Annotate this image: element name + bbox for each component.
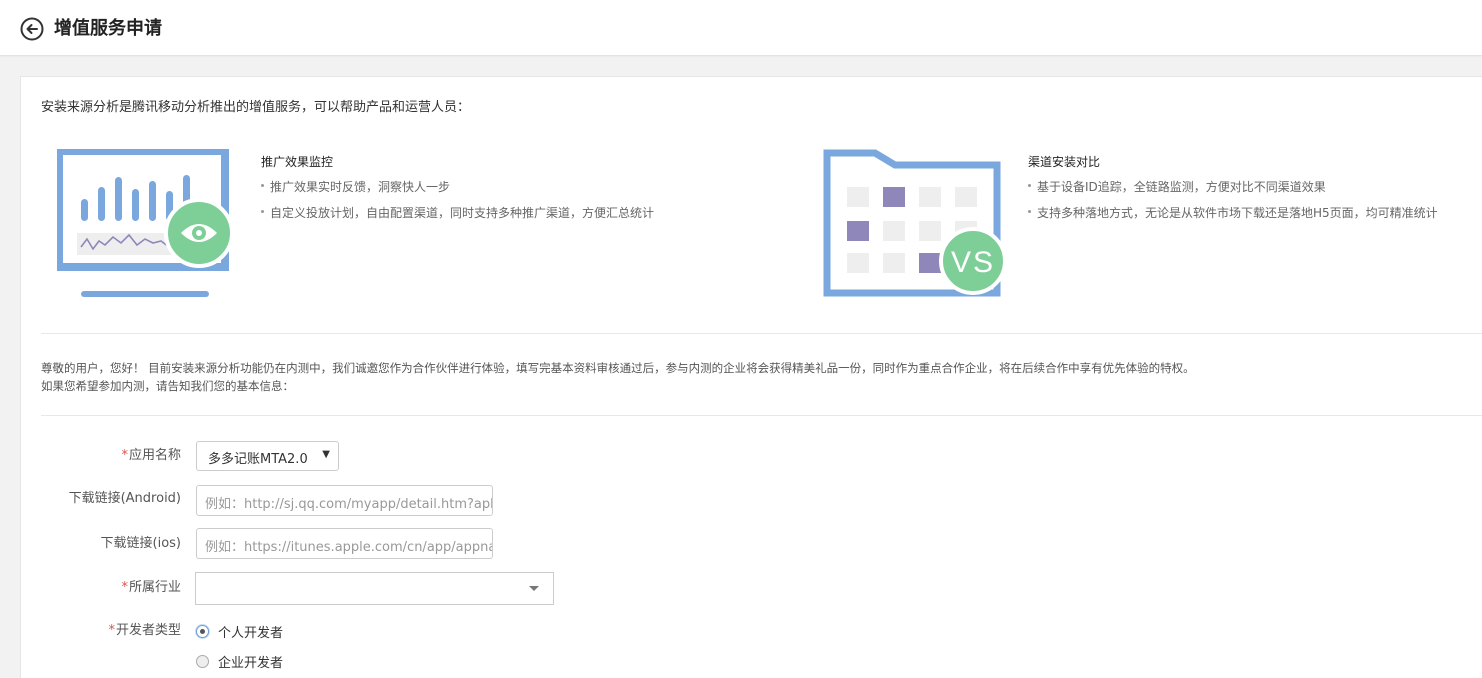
industry-select[interactable] xyxy=(195,572,554,605)
monitor-eye-icon xyxy=(57,149,233,297)
feature-bullet: 基于设备ID追踪，全链路监测，方便对比不同渠道效果 xyxy=(1028,178,1438,196)
label-text: 所属行业 xyxy=(128,580,181,595)
radio-individual-developer[interactable]: 个人开发者 xyxy=(196,622,283,641)
app-name-select[interactable]: 多多记账MTA2.0 ▼ xyxy=(196,441,339,471)
notice-line: 如果您希望参加内测，请告知我们您的基本信息： xyxy=(41,379,294,393)
triangle-down-icon xyxy=(529,586,539,591)
top-bar: 增值服务申请 xyxy=(0,0,1482,56)
intro-text: 安装来源分析是腾讯移动分析推出的增值服务，可以帮助产品和运营人员： xyxy=(41,100,471,115)
divider xyxy=(41,415,1482,416)
beta-notice: 尊敬的用户，您好！ 目前安装来源分析功能仍在内测中，我们诚邀您作为合作伙伴进行体… xyxy=(41,359,1195,395)
radio-unchecked-icon xyxy=(196,655,209,668)
feature-title: 推广效果监控 xyxy=(261,155,334,169)
folder-vs-icon: VS xyxy=(823,149,1007,297)
notice-line: 尊敬的用户，您好！ 目前安装来源分析功能仍在内测中，我们诚邀您作为合作伙伴进行体… xyxy=(41,361,1195,375)
required-mark: * xyxy=(108,623,115,638)
required-mark: * xyxy=(121,580,128,595)
bullet-dot-icon xyxy=(261,210,264,213)
feature-bullet: 支持多种落地方式，无论是从软件市场下载还是落地H5页面，均可精准统计 xyxy=(1028,204,1438,222)
android-link-label: 下载链接(Android) xyxy=(68,491,181,506)
divider xyxy=(41,333,1482,334)
required-mark: * xyxy=(121,448,128,463)
vs-badge-text: VS xyxy=(951,246,995,279)
main-card: 安装来源分析是腾讯移动分析推出的增值服务，可以帮助产品和运营人员： 推广效果监控… xyxy=(20,76,1482,678)
caret-down-icon: ▼ xyxy=(322,449,330,460)
industry-label: *所属行业 xyxy=(21,578,181,598)
bullet-text: 自定义投放计划，自由配置渠道，同时支持多种推广渠道，方便汇总统计 xyxy=(270,206,655,220)
radio-label: 个人开发者 xyxy=(218,626,284,641)
android-link-input[interactable]: 例如：http://sj.qq.com/myapp/detail.htm?apk… xyxy=(196,485,493,516)
radio-enterprise-developer[interactable]: 企业开发者 xyxy=(196,652,283,671)
feature-promotion-monitoring: 推广效果监控 推广效果实时反馈，洞察快人一步 自定义投放计划，自由配置渠道，同时… xyxy=(261,153,654,230)
feature-bullet: 自定义投放计划，自由配置渠道，同时支持多种推广渠道，方便汇总统计 xyxy=(261,204,654,222)
page-title: 增值服务申请 xyxy=(54,18,162,39)
developer-type-label: *开发者类型 xyxy=(21,621,181,641)
app-name-value: 多多记账MTA2.0 xyxy=(208,452,308,467)
bullet-text: 支持多种落地方式，无论是从软件市场下载还是落地H5页面，均可精准统计 xyxy=(1037,206,1438,220)
radio-label: 企业开发者 xyxy=(218,656,284,671)
label-text: 开发者类型 xyxy=(115,623,181,638)
app-name-label: *应用名称 xyxy=(21,446,181,466)
label-text: 应用名称 xyxy=(128,448,181,463)
bullet-text: 推广效果实时反馈，洞察快人一步 xyxy=(270,180,451,194)
back-arrow-icon[interactable] xyxy=(20,17,44,41)
bullet-dot-icon xyxy=(1028,184,1031,187)
bullet-dot-icon xyxy=(1028,210,1031,213)
ios-link-input[interactable]: 例如：https://itunes.apple.com/cn/app/appna… xyxy=(196,528,493,559)
bullet-dot-icon xyxy=(261,184,264,187)
ios-link-label: 下载链接(ios) xyxy=(100,536,181,551)
feature-channel-comparison: 渠道安装对比 基于设备ID追踪，全链路监测，方便对比不同渠道效果 支持多种落地方… xyxy=(1028,153,1438,230)
feature-title: 渠道安装对比 xyxy=(1028,155,1101,169)
bullet-text: 基于设备ID追踪，全链路监测，方便对比不同渠道效果 xyxy=(1037,180,1326,194)
feature-bullet: 推广效果实时反馈，洞察快人一步 xyxy=(261,178,654,196)
radio-checked-icon xyxy=(196,625,209,638)
